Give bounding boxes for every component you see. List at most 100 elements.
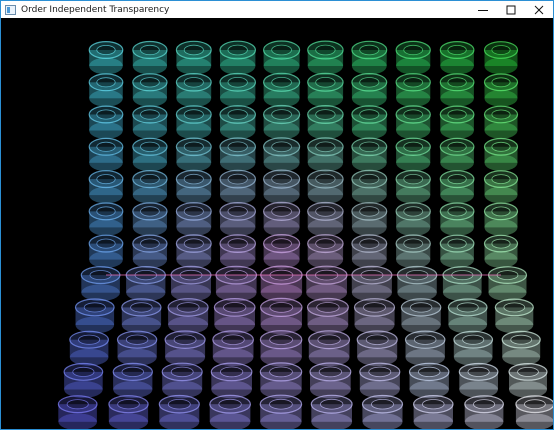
transparent-ring xyxy=(260,265,303,302)
transparent-ring xyxy=(307,234,344,269)
transparent-ring xyxy=(515,395,553,429)
transparent-ring xyxy=(351,202,388,237)
transparent-ring xyxy=(310,394,353,429)
transparent-ring xyxy=(412,395,454,429)
transparent-ring xyxy=(125,266,167,302)
transparent-ring xyxy=(464,395,505,429)
transparent-ring xyxy=(88,202,124,236)
transparent-ring xyxy=(408,362,450,399)
transparent-ring xyxy=(80,266,121,302)
transparent-ring xyxy=(483,202,519,236)
transparent-ring xyxy=(439,202,475,236)
transparent-ring xyxy=(356,330,398,366)
app-window-icon[interactable] xyxy=(5,4,16,15)
transparent-ring xyxy=(263,137,301,172)
transparent-ring xyxy=(219,40,257,75)
transparent-ring xyxy=(88,73,124,107)
transparent-ring xyxy=(263,234,301,269)
transparent-ring xyxy=(439,137,475,172)
transparent-ring xyxy=(219,169,257,204)
transparent-ring xyxy=(263,201,301,237)
transparent-ring xyxy=(395,73,431,107)
transparent-ring xyxy=(263,104,301,140)
transparent-ring xyxy=(483,73,519,107)
transparent-ring xyxy=(395,234,431,269)
transparent-ring xyxy=(170,265,212,302)
close-button[interactable] xyxy=(525,1,553,18)
transparent-ring xyxy=(307,137,344,172)
transparent-ring xyxy=(351,73,388,108)
transparent-ring xyxy=(351,265,393,302)
horizon-glow xyxy=(106,274,501,276)
transparent-ring xyxy=(483,105,519,139)
window-controls xyxy=(469,1,553,18)
transparent-ring xyxy=(259,297,303,334)
transparent-ring xyxy=(74,298,115,334)
transparent-ring xyxy=(447,298,488,334)
transparent-ring xyxy=(88,234,124,268)
transparent-ring xyxy=(439,170,475,204)
ring-grid xyxy=(57,40,553,429)
transparent-ring xyxy=(442,266,483,302)
transparent-ring xyxy=(439,234,475,268)
transparent-ring xyxy=(175,137,212,172)
transparent-ring xyxy=(219,137,257,172)
transparent-ring xyxy=(88,105,124,139)
transparent-ring xyxy=(439,105,475,139)
maximize-icon xyxy=(506,5,516,14)
transparent-ring xyxy=(458,362,499,398)
transparent-ring xyxy=(351,105,388,140)
transparent-ring xyxy=(305,265,348,302)
transparent-ring xyxy=(112,362,154,398)
transparent-ring xyxy=(175,169,212,204)
transparent-ring xyxy=(483,170,519,204)
transparent-ring xyxy=(161,362,203,399)
transparent-ring xyxy=(307,104,344,140)
transparent-ring xyxy=(395,202,431,236)
transparent-ring xyxy=(439,73,475,107)
transparent-ring xyxy=(210,362,253,399)
transparent-ring xyxy=(132,234,168,269)
transparent-ring xyxy=(307,40,344,75)
transparent-ring xyxy=(404,330,446,366)
transparent-ring xyxy=(132,202,168,236)
transparent-ring xyxy=(353,298,396,334)
maximize-button[interactable] xyxy=(497,1,525,18)
transparent-ring xyxy=(259,362,303,399)
transparent-ring xyxy=(175,105,212,140)
transparent-ring xyxy=(483,137,519,172)
transparency-scene xyxy=(57,40,553,429)
transparent-ring xyxy=(396,265,438,302)
transparent-ring xyxy=(395,169,431,204)
transparent-ring xyxy=(158,394,200,429)
transparent-ring xyxy=(263,40,301,75)
transparent-ring xyxy=(132,170,168,204)
transparent-ring xyxy=(259,394,303,429)
transparent-ring xyxy=(306,297,349,334)
transparent-ring xyxy=(359,362,401,399)
transparent-ring xyxy=(219,201,257,237)
transparent-ring xyxy=(351,137,388,172)
transparent-ring xyxy=(483,234,519,268)
transparent-ring xyxy=(132,73,168,107)
transparent-ring xyxy=(307,72,344,108)
transparent-ring xyxy=(351,40,388,75)
transparent-ring xyxy=(212,330,255,367)
render-viewport[interactable] xyxy=(1,18,553,429)
transparent-ring xyxy=(219,72,257,108)
transparent-ring xyxy=(132,137,168,172)
title-bar[interactable]: Order Independent Transparency xyxy=(1,1,553,18)
transparent-ring xyxy=(487,266,528,302)
transparent-ring xyxy=(88,41,124,75)
transparent-ring xyxy=(219,234,257,269)
transparent-ring xyxy=(219,105,257,140)
transparent-ring xyxy=(351,169,388,204)
transparent-ring xyxy=(263,72,301,108)
transparent-ring xyxy=(263,169,301,205)
minimize-button[interactable] xyxy=(469,1,497,18)
transparent-ring xyxy=(259,330,303,367)
transparent-ring xyxy=(361,394,404,429)
close-icon xyxy=(534,5,544,14)
transparent-ring xyxy=(494,298,534,334)
transparent-ring xyxy=(307,169,344,205)
